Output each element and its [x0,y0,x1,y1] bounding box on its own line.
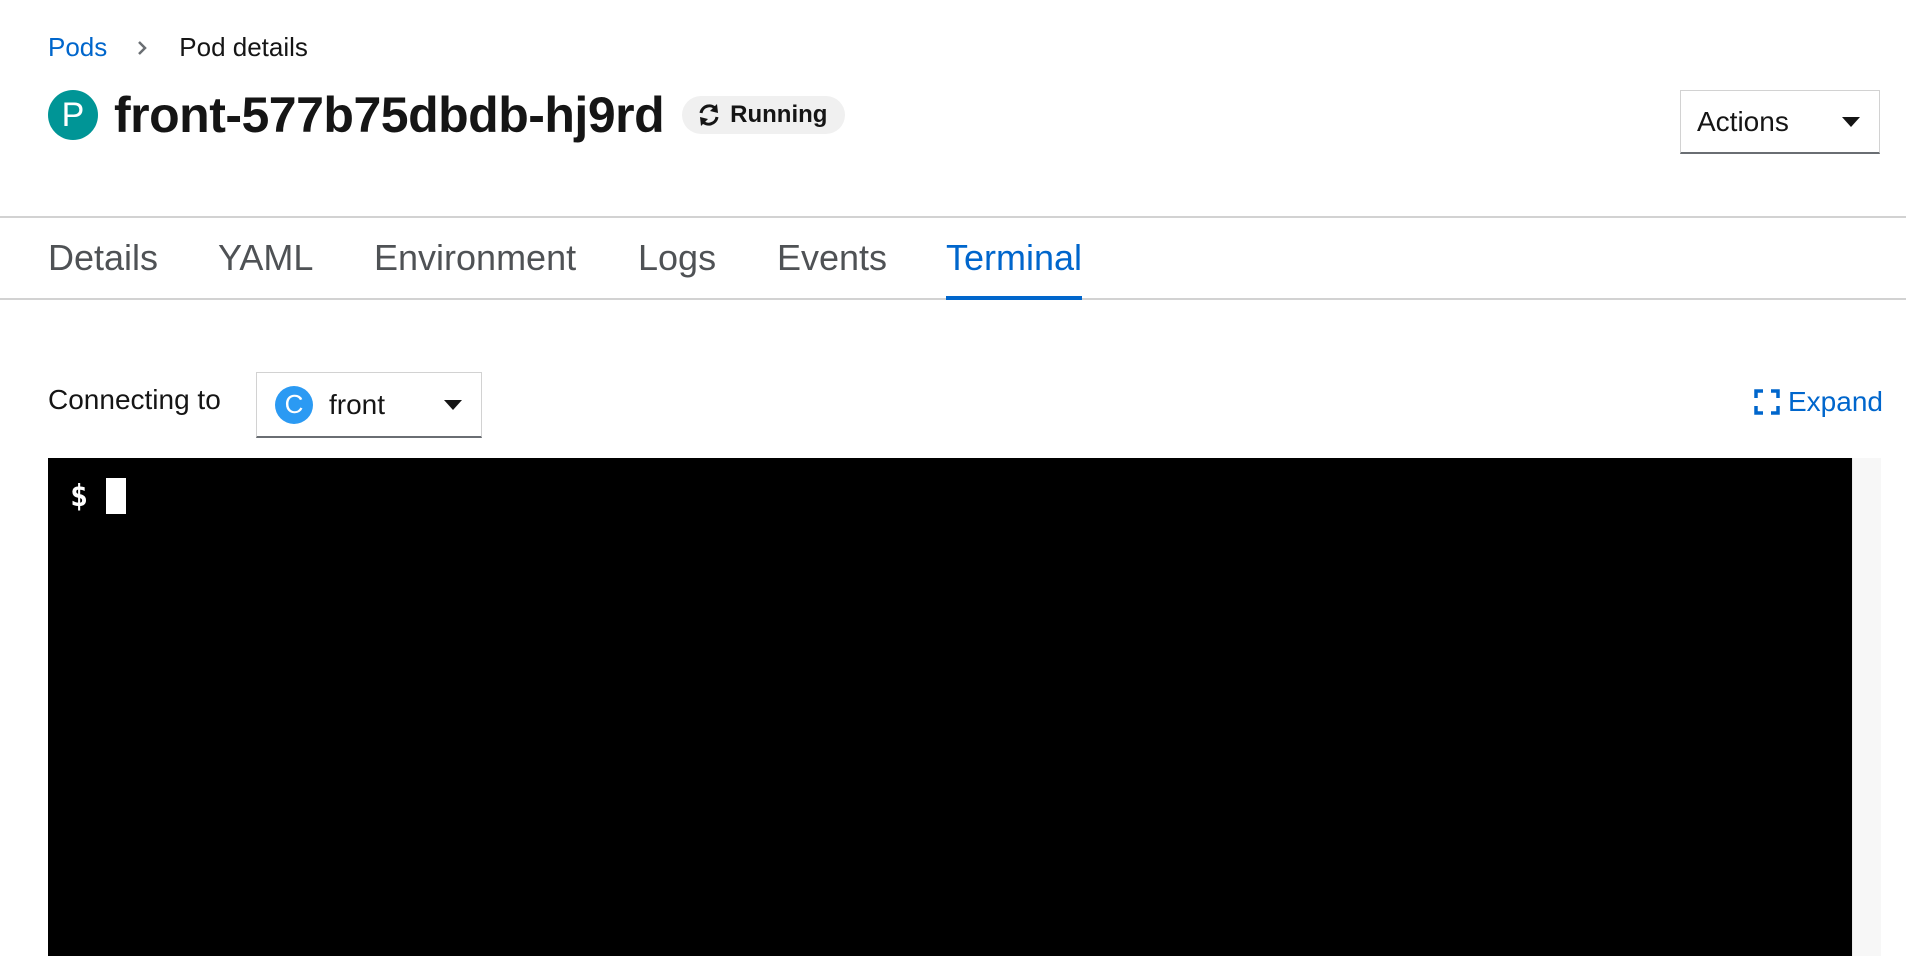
status-text: Running [730,101,828,128]
page-title: front-577b75dbdb-hj9rd [114,87,665,143]
container-name: front [329,388,386,420]
terminal-prompt: $ [70,478,127,514]
container-select[interactable]: C front [256,372,482,438]
status-badge: Running [682,96,846,134]
expand-icon [1754,389,1780,415]
container-kind-badge: C [275,385,313,424]
tab-terminal[interactable]: Terminal [946,218,1083,300]
tab-yaml[interactable]: YAML [218,218,313,298]
expand-button[interactable]: Expand [1754,386,1883,418]
breadcrumb-current: Pod details [179,32,308,62]
terminal-screen[interactable]: $ [48,458,1852,956]
caret-down-icon [1842,116,1860,127]
tab-environment[interactable]: Environment [374,218,576,298]
terminal-scrollbar[interactable] [1852,458,1881,956]
breadcrumb-pods-link[interactable]: Pods [48,32,107,63]
title-row: P front-577b75dbdb-hj9rd Running [48,87,846,143]
pod-details-page: Pods Pod details P front-577b75dbdb-hj9r… [0,0,1906,956]
actions-label: Actions [1697,105,1789,137]
terminal-cursor [106,478,127,514]
pod-kind-badge: P [48,90,98,140]
sync-icon [699,104,719,126]
page-header: Pods Pod details P front-577b75dbdb-hj9r… [48,0,1906,216]
tab-details[interactable]: Details [48,218,158,298]
chevron-right-icon [138,40,148,55]
expand-label: Expand [1788,386,1883,417]
prompt-symbol: $ [70,478,89,514]
actions-dropdown[interactable]: Actions [1680,90,1880,154]
tab-logs[interactable]: Logs [638,218,716,298]
connecting-to-label: Connecting to [48,384,221,415]
tab-events[interactable]: Events [777,218,887,298]
breadcrumb: Pods Pod details [48,32,308,63]
caret-down-icon [444,399,462,410]
tab-bar: Details YAML Environment Logs Events Ter… [0,216,1906,300]
